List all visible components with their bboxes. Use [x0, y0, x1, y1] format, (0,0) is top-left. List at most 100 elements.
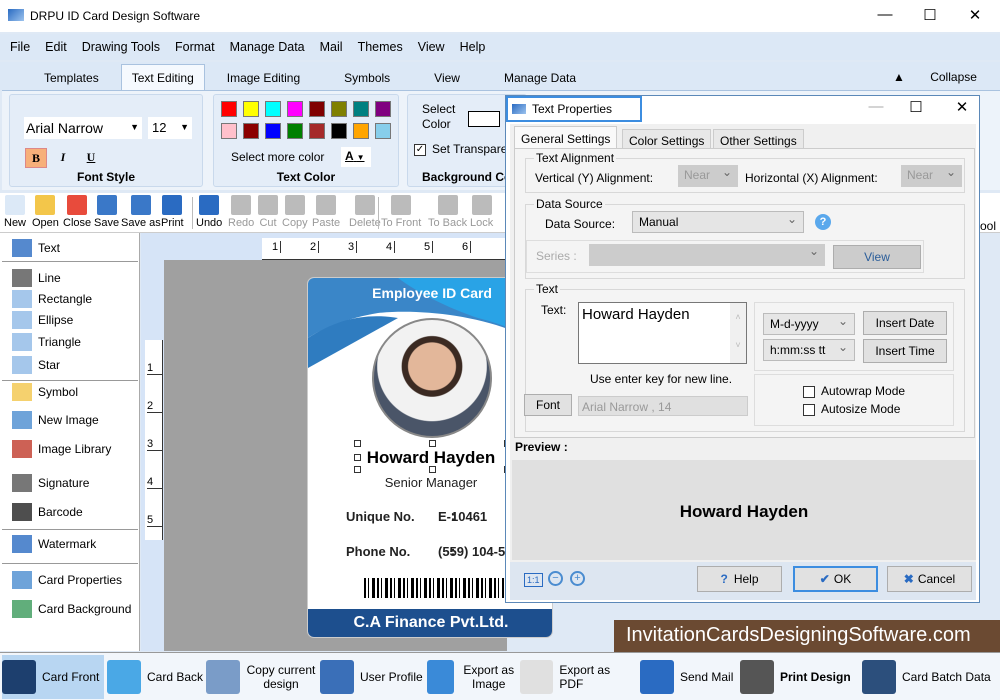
tool-watermark[interactable]: Watermark — [12, 535, 96, 553]
date-format-select[interactable]: M-d-yyyy — [763, 313, 855, 335]
bottom-print-design-button[interactable]: Print Design — [740, 655, 860, 699]
dialog-maximize-button[interactable]: ☐ — [901, 98, 931, 116]
underline-button[interactable]: U — [80, 148, 102, 168]
tool-new-image[interactable]: New Image — [12, 411, 99, 429]
to-back-button[interactable]: To Back — [428, 195, 467, 229]
insert-date-button[interactable]: Insert Date — [863, 311, 947, 335]
color-swatch[interactable] — [353, 123, 369, 139]
color-swatch[interactable] — [265, 101, 281, 117]
help-question-icon[interactable]: ? — [815, 214, 831, 230]
menu-drawing-tools[interactable]: Drawing Tools — [82, 40, 160, 54]
color-swatch[interactable] — [243, 101, 259, 117]
font-color-button[interactable]: A ▼ — [341, 147, 371, 167]
color-swatch[interactable] — [353, 101, 369, 117]
cancel-button[interactable]: ✖ Cancel — [887, 566, 972, 592]
menu-manage-data[interactable]: Manage Data — [230, 40, 305, 54]
unique-no-value[interactable]: E-10461 — [438, 509, 487, 524]
font-button[interactable]: Font — [524, 394, 572, 416]
bottom-user-profile-button[interactable]: User Profile — [320, 655, 424, 699]
phone-no-value[interactable]: (559) 104-5 — [438, 544, 505, 559]
tab-image-editing[interactable]: Image Editing — [205, 65, 322, 90]
tab-text-editing[interactable]: Text Editing — [120, 64, 205, 90]
autowrap-checkbox[interactable]: Autowrap Mode — [803, 384, 905, 398]
menu-file[interactable]: File — [10, 40, 30, 54]
bottom-card-back-button[interactable]: Card Back — [107, 655, 203, 699]
tool-rectangle[interactable]: Rectangle — [12, 290, 92, 308]
font-family-select[interactable]: Arial Narrow ▼ — [24, 117, 142, 139]
bottom-export-as-image-button[interactable]: Export as Image — [427, 655, 517, 699]
bottom-copy-current-design-button[interactable]: Copy current design — [206, 655, 318, 699]
text-input[interactable]: Howard Hayden ˄ ˅ — [578, 302, 747, 364]
tool-text[interactable]: Text — [12, 239, 60, 257]
menu-format[interactable]: Format — [175, 40, 215, 54]
zoom-out-icon[interactable]: − — [548, 571, 563, 586]
tool-card-properties[interactable]: Card Properties — [12, 571, 122, 589]
color-swatch[interactable] — [375, 123, 391, 139]
horizontal-alignment-select[interactable]: Near — [901, 165, 962, 187]
help-button[interactable]: ? Help — [697, 566, 782, 592]
menu-mail[interactable]: Mail — [320, 40, 343, 54]
barcode[interactable] — [364, 578, 504, 598]
phone-no-label[interactable]: Phone No. — [346, 544, 410, 559]
tool-card-background[interactable]: Card Background — [12, 600, 131, 618]
bottom-send-mail-button[interactable]: Send Mail — [640, 655, 736, 699]
set-transparent-checkbox[interactable]: ✓ Set Transparent — [414, 142, 517, 156]
collapse-button[interactable]: ▲ Collapse — [893, 70, 999, 84]
bold-button[interactable]: B — [25, 148, 47, 168]
insert-time-button[interactable]: Insert Time — [863, 339, 947, 363]
tool-triangle[interactable]: Triangle — [12, 333, 81, 351]
paste-button[interactable]: Paste — [312, 195, 340, 229]
color-swatch[interactable] — [287, 123, 303, 139]
tool-ellipse[interactable]: Ellipse — [12, 311, 73, 329]
employee-photo[interactable] — [372, 318, 492, 438]
data-source-select[interactable]: Manual — [632, 211, 804, 233]
color-swatch[interactable] — [309, 101, 325, 117]
lock-button[interactable]: Lock — [470, 195, 493, 229]
selection-handle[interactable] — [354, 440, 361, 447]
save-button[interactable]: Save — [94, 195, 119, 229]
ok-button[interactable]: ✔ OK — [793, 566, 878, 592]
print-button[interactable]: Print — [161, 195, 184, 229]
bottom-card-batch-data-button[interactable]: Card Batch Data — [862, 655, 992, 699]
text-scrollbar[interactable]: ˄ ˅ — [730, 303, 746, 363]
color-swatch[interactable] — [309, 123, 325, 139]
cut-button[interactable]: Cut — [258, 195, 278, 229]
dialog-minimize-button[interactable]: — — [861, 98, 891, 115]
color-swatch[interactable] — [221, 101, 237, 117]
save-as-button[interactable]: Save as — [121, 195, 161, 229]
close-button[interactable]: Close — [63, 195, 91, 229]
redo-button[interactable]: Redo — [228, 195, 254, 229]
color-swatch[interactable] — [265, 123, 281, 139]
to-front-button[interactable]: To Front — [381, 195, 421, 229]
zoom-actual-size-button[interactable]: 1:1 — [524, 573, 543, 587]
view-button[interactable]: View — [833, 245, 921, 269]
copy-button[interactable]: Copy — [282, 195, 308, 229]
time-format-select[interactable]: h:mm:ss tt — [763, 339, 855, 361]
color-swatch[interactable] — [287, 101, 303, 117]
background-color-picker[interactable] — [468, 111, 500, 127]
vertical-alignment-select[interactable]: Near — [678, 165, 738, 187]
open-button[interactable]: Open — [32, 195, 59, 229]
undo-button[interactable]: Undo — [196, 195, 222, 229]
color-swatch[interactable] — [331, 101, 347, 117]
bottom-export-as-pdf-button[interactable]: Export as PDF — [520, 655, 636, 699]
tool-symbol[interactable]: Symbol — [12, 383, 78, 401]
new-button[interactable]: New — [4, 195, 26, 229]
bottom-card-front-button[interactable]: Card Front — [2, 655, 104, 699]
autosize-checkbox[interactable]: Autosize Mode — [803, 402, 900, 416]
maximize-button[interactable]: ☐ — [915, 6, 945, 24]
company-name[interactable]: C.A Finance Pvt.Ltd. — [354, 614, 509, 631]
color-swatch[interactable] — [375, 101, 391, 117]
selection-handle[interactable] — [429, 440, 436, 447]
menu-edit[interactable]: Edit — [45, 40, 67, 54]
tab-manage-data[interactable]: Manage Data — [482, 65, 598, 90]
menu-themes[interactable]: Themes — [358, 40, 403, 54]
tool-image-library[interactable]: Image Library — [12, 440, 111, 458]
color-swatch[interactable] — [221, 123, 237, 139]
color-swatch[interactable] — [331, 123, 347, 139]
tab-view[interactable]: View — [412, 65, 482, 90]
tool-signature[interactable]: Signature — [12, 474, 89, 492]
menu-view[interactable]: View — [418, 40, 445, 54]
zoom-in-icon[interactable]: + — [570, 571, 585, 586]
tab-symbols[interactable]: Symbols — [322, 65, 412, 90]
